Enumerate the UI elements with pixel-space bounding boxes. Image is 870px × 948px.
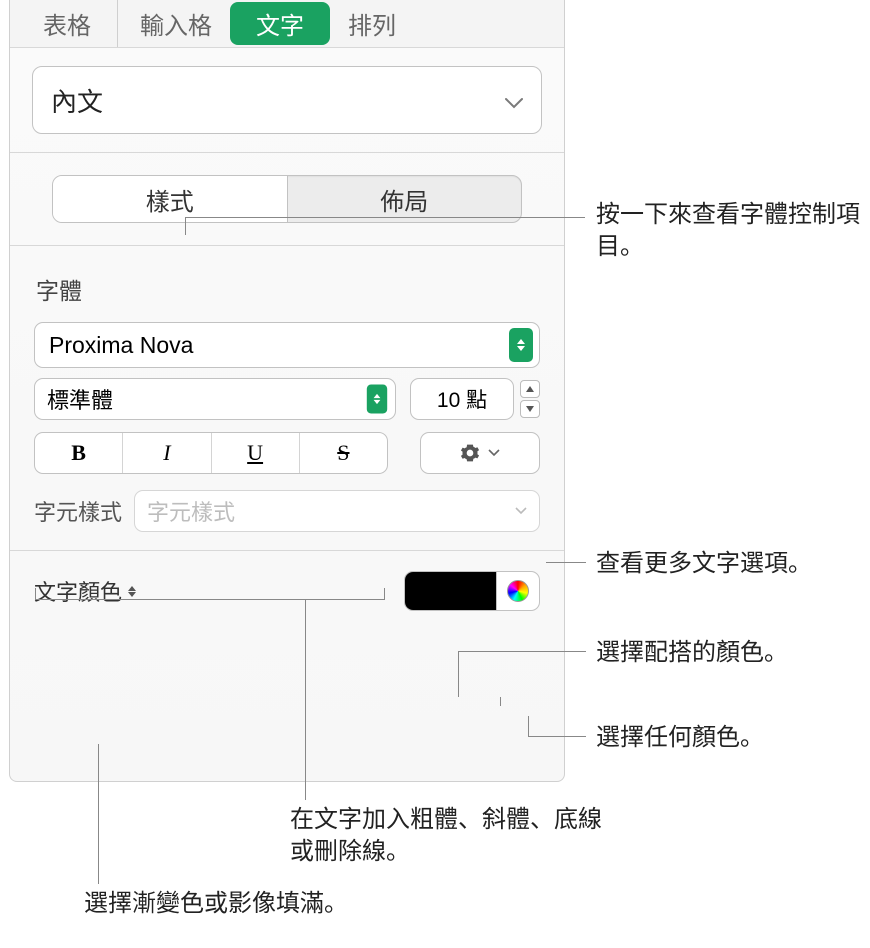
color-well[interactable] bbox=[405, 572, 497, 610]
leader-line bbox=[458, 651, 586, 652]
underline-button[interactable]: U bbox=[212, 433, 300, 473]
segment-layout[interactable]: 佈局 bbox=[288, 176, 522, 222]
callout-swatch: 選擇配搭的顏色。 bbox=[596, 637, 788, 669]
dropdown-handle-icon bbox=[509, 328, 533, 362]
callout-gear: 查看更多文字選項。 bbox=[596, 548, 812, 580]
bracket bbox=[35, 588, 385, 600]
tab-text[interactable]: 文字 bbox=[230, 2, 330, 45]
advanced-text-options[interactable] bbox=[420, 432, 540, 474]
color-wheel-icon bbox=[507, 580, 529, 602]
leader-line bbox=[546, 562, 586, 563]
paragraph-style-select[interactable]: 內文 bbox=[32, 66, 542, 134]
chevron-down-icon bbox=[505, 85, 523, 116]
callout-textcolor: 選擇漸變色或影像填滿。 bbox=[84, 888, 348, 920]
leader-line bbox=[528, 736, 586, 737]
leader-line bbox=[98, 744, 99, 884]
chevron-down-icon bbox=[515, 507, 527, 515]
color-wheel-button[interactable] bbox=[497, 572, 539, 610]
leader-line bbox=[458, 651, 459, 697]
font-family-value: Proxima Nova bbox=[49, 332, 193, 359]
bius-group: B I U S bbox=[34, 432, 388, 474]
strikethrough-button[interactable]: S bbox=[300, 433, 387, 473]
triangle-down-icon bbox=[526, 406, 534, 412]
inspector-tabs: 表格 輸入格 文字 排列 bbox=[10, 0, 564, 48]
callout-style-tab: 按一下來查看字體控制項目。 bbox=[596, 199, 870, 264]
font-weight-size-row: 標準體 10 點 bbox=[34, 378, 540, 420]
bold-button[interactable]: B bbox=[35, 433, 123, 473]
leader-line bbox=[305, 600, 306, 800]
chevron-down-icon bbox=[488, 449, 500, 457]
italic-button[interactable]: I bbox=[123, 433, 211, 473]
font-size-value: 10 點 bbox=[437, 384, 487, 414]
callout-wheel: 選擇任何顏色。 bbox=[596, 722, 764, 754]
font-size-field[interactable]: 10 點 bbox=[410, 378, 514, 420]
triangle-up-icon bbox=[526, 386, 534, 392]
character-style-row: 字元樣式 字元樣式 bbox=[34, 490, 540, 532]
font-weight-select[interactable]: 標準體 bbox=[34, 378, 396, 420]
character-style-select[interactable]: 字元樣式 bbox=[134, 490, 540, 532]
tab-arrange[interactable]: 排列 bbox=[330, 0, 414, 47]
segment-style[interactable]: 樣式 bbox=[53, 176, 288, 222]
tab-table[interactable]: 表格 bbox=[25, 0, 118, 47]
divider bbox=[10, 152, 564, 153]
step-up-button[interactable] bbox=[520, 380, 540, 398]
leader-line bbox=[528, 716, 529, 736]
character-style-placeholder: 字元樣式 bbox=[147, 495, 235, 527]
character-style-label: 字元樣式 bbox=[34, 495, 122, 527]
divider bbox=[10, 550, 564, 551]
color-swatch-group bbox=[404, 571, 540, 611]
format-inspector-panel: 表格 輸入格 文字 排列 內文 樣式 佈局 字體 Proxima Nova 標準… bbox=[9, 0, 565, 782]
font-family-select[interactable]: Proxima Nova bbox=[34, 322, 540, 368]
font-weight-value: 標準體 bbox=[47, 383, 113, 415]
leader-line bbox=[185, 217, 186, 235]
style-layout-segmented: 樣式 佈局 bbox=[52, 175, 522, 223]
gear-icon bbox=[460, 443, 480, 463]
tab-cell[interactable]: 輸入格 bbox=[122, 0, 230, 47]
style-buttons-row: B I U S bbox=[34, 432, 540, 474]
font-size-control: 10 點 bbox=[410, 378, 540, 420]
step-down-button[interactable] bbox=[520, 400, 540, 418]
font-size-stepper bbox=[520, 380, 540, 418]
font-section-title: 字體 bbox=[36, 272, 564, 306]
leader-line bbox=[413, 697, 501, 706]
dropdown-handle-icon bbox=[367, 385, 387, 414]
leader-line bbox=[185, 217, 585, 218]
divider bbox=[10, 245, 564, 246]
callout-bius: 在文字加入粗體、斜體、底線或刪除線。 bbox=[290, 804, 620, 869]
paragraph-style-value: 內文 bbox=[51, 82, 103, 119]
